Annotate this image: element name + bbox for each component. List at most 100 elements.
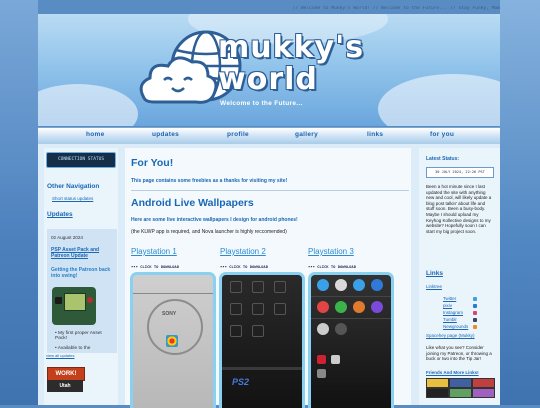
app-icon [230, 281, 242, 293]
status-text: Been a hot minute since I last updated t… [426, 184, 492, 234]
app-icon [317, 369, 326, 378]
sony-logo: SONY [162, 311, 177, 317]
spacehey-link[interactable]: Spacehey page (Mukky) [426, 333, 475, 338]
friend-button[interactable] [426, 388, 449, 398]
support-text: Like what you see? Consider joining my P… [426, 345, 492, 361]
wallpaper-preview-ps1[interactable]: SONY [130, 272, 216, 408]
twitter-link[interactable]: Twitter [443, 296, 456, 301]
app-icon [274, 281, 286, 293]
app-icon [252, 325, 264, 337]
row-divider [311, 296, 391, 297]
app-icon [317, 323, 329, 335]
app-icon [371, 279, 383, 291]
tumblr-icon [473, 318, 477, 322]
app-icon [353, 301, 365, 313]
app-icon [252, 303, 264, 315]
logo-tagline: Welcome to the Future... [220, 100, 303, 107]
wallpaper-preview-ps2[interactable]: PS2 [219, 272, 305, 408]
main-nav: home updates profile gallery links for y… [38, 127, 500, 145]
app-icon [335, 279, 347, 291]
updates-heading[interactable]: Updates [47, 211, 73, 218]
app-icon [274, 303, 286, 315]
nav-home[interactable]: home [86, 131, 105, 138]
ps2-logo: PS2 [232, 377, 250, 387]
pixiv-icon [473, 304, 477, 308]
cloud-decoration [38, 84, 138, 126]
page-subtitle: This page contains some freebies as a th… [131, 178, 288, 184]
friend-button[interactable] [472, 378, 495, 388]
tumblr-link[interactable]: Tumblr [443, 317, 457, 322]
status-date-box: 30 JULY 2024, 22:26 PST [426, 167, 494, 178]
friend-button[interactable] [449, 378, 472, 388]
view-all-updates-link[interactable]: view all updates [46, 353, 74, 358]
update-item-text: Available to the [57, 346, 91, 351]
work-badge[interactable]: WORK! [47, 367, 85, 381]
console-screen [64, 293, 86, 311]
wallpaper-title-ps2[interactable]: Playstation 2 [220, 247, 266, 256]
newgrounds-link[interactable]: Newgrounds [443, 324, 468, 329]
console-stripe [222, 367, 302, 370]
friend-button[interactable] [426, 378, 449, 388]
app-icon [335, 301, 347, 313]
wallpaper-title-ps1[interactable]: Playstation 1 [131, 247, 177, 256]
site-banner: mukky's world Welcome to the Future... [38, 14, 500, 126]
twitter-app-icon [317, 279, 329, 291]
app-icon [335, 323, 347, 335]
friend-button[interactable] [472, 388, 495, 398]
app-icon [331, 355, 340, 364]
update-item-text: My first proper Asset Pack! [55, 331, 102, 341]
logo-text-mukkys: mukky's [218, 30, 365, 65]
logo-text-world: world [218, 62, 318, 97]
update-date: 02 August 2024 [51, 235, 83, 240]
console-seam [133, 293, 213, 294]
update-title-link[interactable]: PSP Asset Pack and Patreon Update [51, 247, 113, 259]
app-icon [317, 301, 329, 313]
app-icon [317, 355, 326, 364]
button-icon [87, 297, 93, 303]
download-link-ps3[interactable]: ••• CLICK TO DOWNLOAD [308, 264, 356, 269]
short-status-link[interactable]: Short status updates [52, 196, 93, 201]
download-link-ps1[interactable]: ••• CLICK TO DOWNLOAD [131, 264, 179, 269]
twitter-icon [473, 297, 477, 301]
dpad-icon [55, 297, 62, 304]
nav-links[interactable]: links [367, 131, 383, 138]
instagram-link[interactable]: Instagram [443, 310, 463, 315]
app-icon [353, 279, 365, 291]
friend-button[interactable] [449, 388, 472, 398]
playstation-logo-icon [166, 335, 178, 347]
connection-status-button[interactable]: CONNECTION STATUS [46, 152, 116, 168]
friend-buttons [426, 378, 496, 405]
update-description: Getting the Patreon back into swing! [51, 267, 111, 279]
section-note: (the KLWP app is required, and Nova laun… [131, 229, 287, 235]
section-description: Here are some live interactive wallpaper… [131, 217, 298, 223]
latest-status-heading: Latest Status: [426, 156, 460, 162]
app-icon [230, 325, 242, 337]
newgrounds-icon [473, 325, 477, 329]
utah-badge[interactable]: Utah [47, 380, 83, 392]
nav-updates[interactable]: updates [152, 131, 179, 138]
page-background-left [0, 0, 38, 405]
app-icon [230, 303, 242, 315]
app-icon [371, 301, 383, 313]
download-link-ps2[interactable]: ••• CLICK TO DOWNLOAD [220, 264, 268, 269]
instagram-icon [473, 311, 477, 315]
cloud-decoration [378, 74, 500, 126]
wallpaper-title-ps3[interactable]: Playstation 3 [308, 247, 354, 256]
linktree-link[interactable]: Linktree [426, 284, 442, 289]
app-icon [252, 281, 264, 293]
nav-gallery[interactable]: gallery [295, 131, 318, 138]
handheld-console-image [52, 287, 96, 325]
row-divider [311, 318, 391, 319]
pixiv-link[interactable]: pixiv [443, 303, 452, 308]
nav-profile[interactable]: profile [227, 131, 249, 138]
friends-links-heading[interactable]: Friends And More Links! [426, 370, 479, 375]
wallpaper-preview-ps3[interactable] [308, 272, 394, 408]
update-list-item: • My first proper Asset Pack! [55, 331, 102, 341]
links-heading[interactable]: Links [426, 270, 443, 277]
update-list-item: • Available to the [55, 346, 91, 351]
nav-for-you[interactable]: for you [430, 131, 454, 138]
marquee-ticker: // Welcome to Mukky's World! // Welcome … [292, 6, 500, 11]
page-background-right [500, 0, 540, 405]
page-title: For You! [131, 157, 174, 169]
section-title: Android Live Wallpapers [131, 197, 254, 209]
